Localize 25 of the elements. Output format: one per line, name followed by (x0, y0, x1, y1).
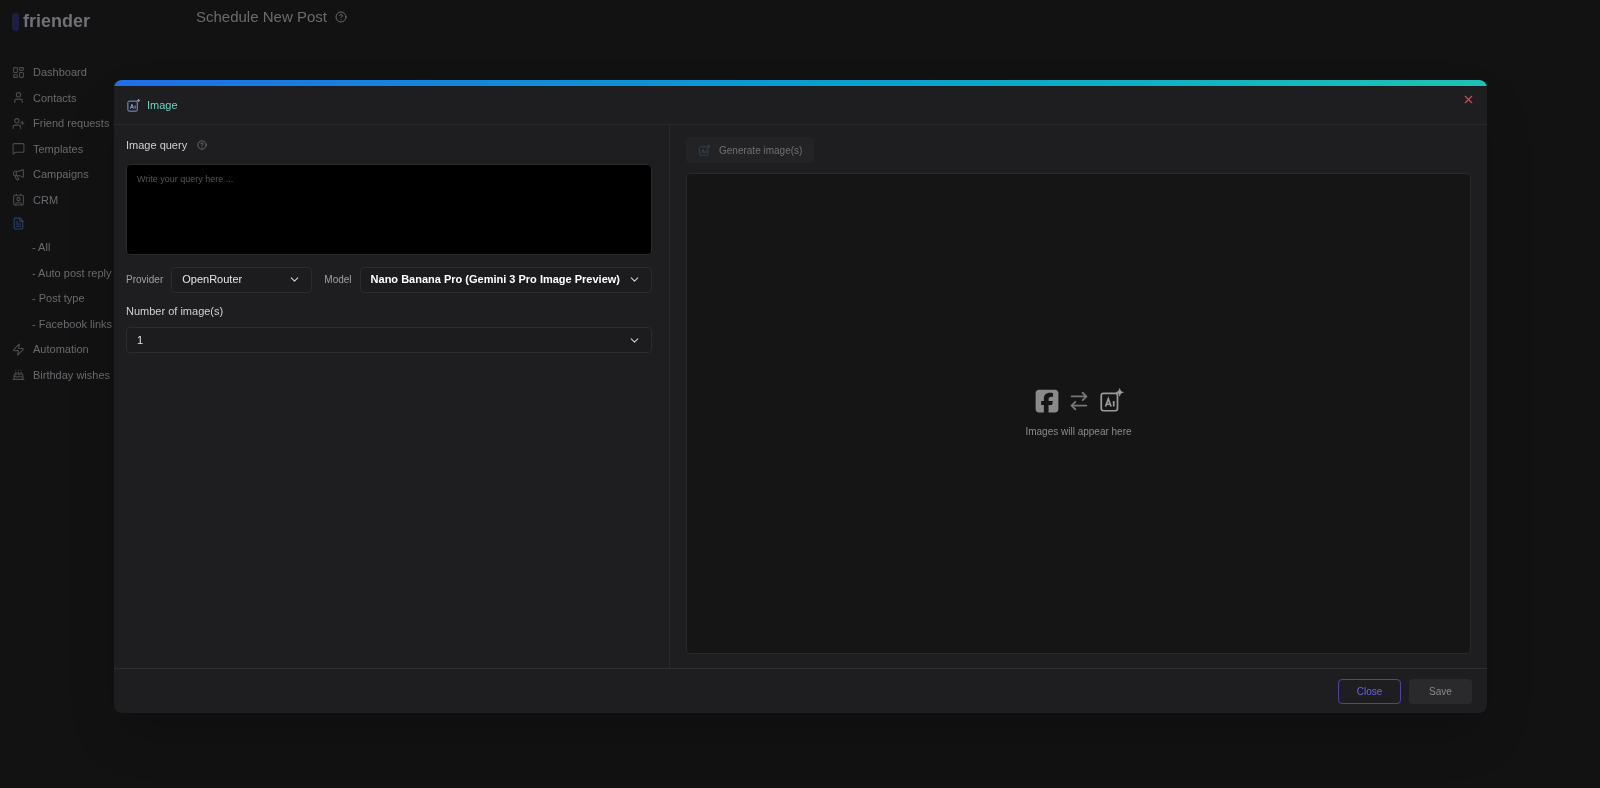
post-icon (12, 217, 25, 230)
field-label: Model (324, 273, 352, 287)
ai-sparkle-icon (1097, 388, 1124, 414)
query-field[interactable]: Write your query here ... (126, 163, 652, 255)
image-count-select[interactable]: 1 (126, 327, 652, 353)
logo: friender (23, 10, 91, 33)
help-icon[interactable] (197, 140, 208, 151)
sidebar-item[interactable]: Birthday wishes (12, 366, 168, 383)
field-label: Image query (126, 138, 188, 153)
logo-mark-icon (12, 12, 19, 31)
page-title: Schedule New Post (196, 7, 327, 27)
save-button[interactable]: Save (1409, 678, 1472, 704)
empty-message: Images will appear here (1025, 425, 1132, 439)
dialog-title: Image (147, 97, 178, 113)
field-label: Provider (126, 273, 164, 287)
ai-sparkle-icon (698, 143, 711, 157)
field-label: Number of image(s) (126, 303, 225, 319)
sidebar-item[interactable]: Dashboard (12, 64, 168, 81)
sidebar-item[interactable]: Friend requests (12, 115, 168, 132)
close-button[interactable]: Close (1338, 678, 1401, 704)
model-select[interactable]: Nano Banana Pro (Gemini 3 Pro Image Preview) (359, 266, 652, 293)
help-icon (334, 11, 347, 24)
provider-select[interactable]: OpenRouter (171, 266, 313, 293)
facebook-icon (1033, 388, 1060, 414)
ai-sparkle-icon (126, 97, 141, 113)
